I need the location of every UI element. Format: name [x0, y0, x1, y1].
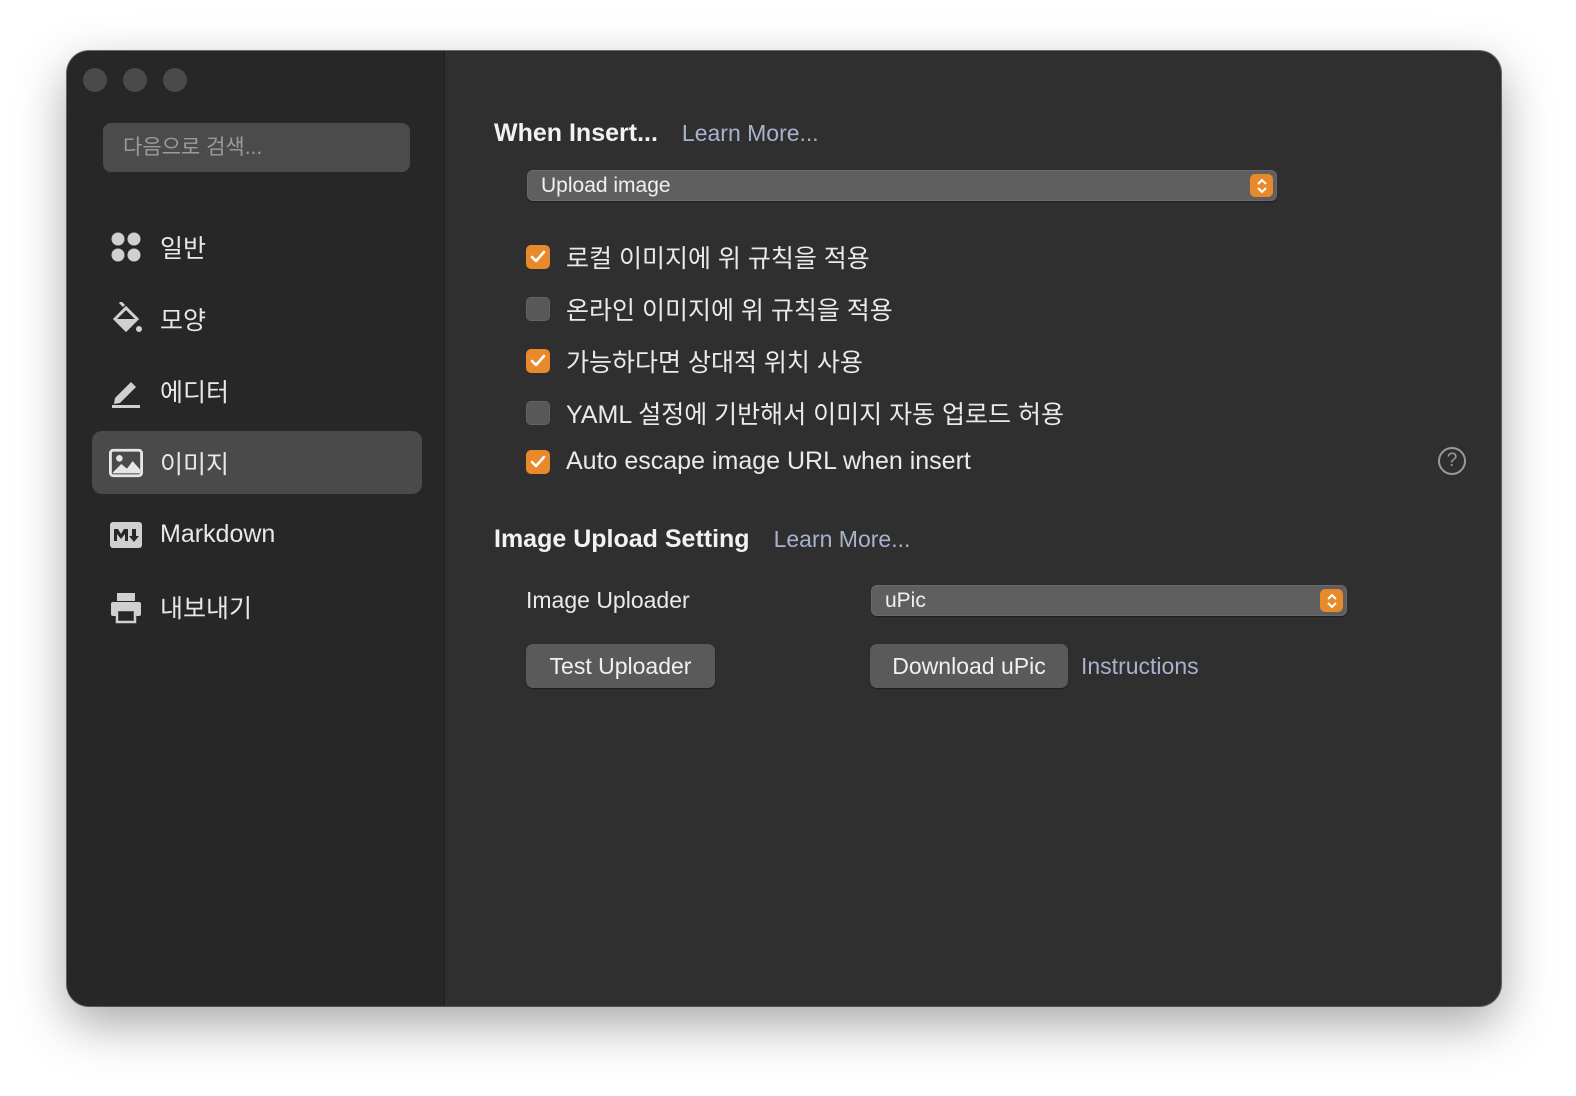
- search-box: [103, 123, 410, 172]
- markdown-icon: [109, 518, 143, 552]
- upload-setting-learn-more-link[interactable]: Learn More...: [774, 526, 911, 553]
- window-controls: [83, 68, 187, 92]
- sidebar: 일반 모양 에디터 이미지: [67, 51, 445, 1006]
- option-label: 로컬 이미지에 위 규칙을 적용: [566, 245, 870, 273]
- sidebar-item-label: 내보내기: [160, 594, 253, 623]
- when-insert-title: When Insert...: [494, 119, 658, 147]
- option-yaml-upload[interactable]: YAML 설정에 기반해서 이미지 자동 업로드 허용: [526, 395, 1064, 431]
- sidebar-item-label: Markdown: [160, 520, 276, 548]
- checkbox-unchecked[interactable]: [526, 401, 550, 425]
- image-icon: [109, 446, 143, 480]
- option-label: YAML 설정에 기반해서 이미지 자동 업로드 허용: [566, 401, 1064, 429]
- zoom-window-button[interactable]: [163, 68, 187, 92]
- printer-icon: [109, 590, 143, 624]
- upload-setting-header: Image Upload Setting Learn More...: [494, 525, 910, 554]
- sidebar-item-markdown[interactable]: Markdown: [92, 503, 422, 566]
- paint-bucket-icon: [109, 301, 143, 336]
- checkbox-checked[interactable]: [526, 245, 550, 269]
- option-label: Auto escape image URL when insert: [566, 447, 971, 475]
- main-content: When Insert... Learn More... Upload imag…: [446, 51, 1501, 1006]
- instructions-link[interactable]: Instructions: [1081, 653, 1199, 680]
- sidebar-item-export[interactable]: 내보내기: [92, 575, 422, 638]
- option-label: 가능하다면 상대적 위치 사용: [566, 349, 863, 377]
- sidebar-item-label: 일반: [160, 234, 207, 263]
- insert-action-value: Upload image: [541, 173, 671, 197]
- sidebar-item-label: 이미지: [160, 450, 230, 479]
- chevron-updown-icon: [1250, 174, 1273, 197]
- option-auto-escape-url[interactable]: Auto escape image URL when insert: [526, 447, 971, 476]
- checkbox-checked[interactable]: [526, 349, 550, 373]
- upload-setting-title: Image Upload Setting: [494, 525, 750, 553]
- minimize-window-button[interactable]: [123, 68, 147, 92]
- grid-icon: [109, 230, 143, 264]
- option-relative-path[interactable]: 가능하다면 상대적 위치 사용: [526, 343, 863, 379]
- sidebar-item-image[interactable]: 이미지: [92, 431, 422, 494]
- sidebar-item-label: 에디터: [160, 378, 230, 407]
- insert-action-select[interactable]: Upload image: [527, 170, 1277, 201]
- option-local-images[interactable]: 로컬 이미지에 위 규칙을 적용: [526, 239, 870, 275]
- help-icon[interactable]: ?: [1438, 447, 1466, 475]
- option-label: 온라인 이미지에 위 규칙을 적용: [566, 297, 893, 325]
- preferences-window: 일반 모양 에디터 이미지: [67, 51, 1501, 1006]
- image-uploader-select[interactable]: uPic: [871, 585, 1347, 616]
- sidebar-nav: 일반 모양 에디터 이미지 Markdown 내보내기: [92, 215, 422, 647]
- download-upic-button[interactable]: Download uPic: [870, 644, 1068, 688]
- search-input[interactable]: [123, 135, 390, 160]
- sidebar-item-label: 모양: [160, 306, 207, 335]
- pencil-icon: [109, 374, 143, 408]
- when-insert-learn-more-link[interactable]: Learn More...: [682, 120, 819, 147]
- when-insert-header: When Insert... Learn More...: [494, 119, 819, 148]
- sidebar-item-appearance[interactable]: 모양: [92, 287, 422, 350]
- checkbox-unchecked[interactable]: [526, 297, 550, 321]
- sidebar-item-editor[interactable]: 에디터: [92, 359, 422, 422]
- sidebar-item-general[interactable]: 일반: [92, 215, 422, 278]
- close-window-button[interactable]: [83, 68, 107, 92]
- chevron-updown-icon: [1320, 589, 1343, 612]
- image-uploader-value: uPic: [885, 588, 926, 612]
- test-uploader-button[interactable]: Test Uploader: [526, 644, 715, 688]
- checkbox-checked[interactable]: [526, 449, 550, 474]
- option-online-images[interactable]: 온라인 이미지에 위 규칙을 적용: [526, 291, 893, 327]
- image-uploader-label: Image Uploader: [526, 587, 690, 613]
